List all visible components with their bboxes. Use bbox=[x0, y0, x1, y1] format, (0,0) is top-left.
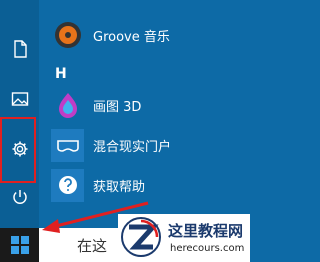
app-mixed-reality-portal[interactable]: 混合现实门户 bbox=[51, 126, 250, 164]
document-icon bbox=[13, 40, 27, 58]
watermark-title: 这里教程网 bbox=[168, 222, 244, 240]
groove-music-icon bbox=[51, 19, 84, 52]
paint-3d-icon bbox=[51, 89, 84, 122]
watermark-url: herecours.com bbox=[170, 243, 245, 254]
pictures-icon bbox=[11, 92, 28, 106]
mixed-reality-portal-icon bbox=[51, 128, 84, 162]
pictures-button[interactable] bbox=[0, 80, 39, 118]
app-label: 混合现实门户 bbox=[93, 139, 172, 155]
app-label: 获取帮助 bbox=[93, 179, 146, 195]
app-paint-3d[interactable]: 画图 3D bbox=[51, 86, 250, 124]
windows-logo-icon bbox=[10, 236, 29, 254]
app-label: 画图 3D bbox=[93, 99, 142, 115]
app-label: Groove 音乐 bbox=[93, 29, 170, 45]
app-groove-music[interactable]: Groove 音乐 bbox=[51, 16, 250, 54]
documents-button[interactable] bbox=[0, 30, 39, 68]
start-button[interactable] bbox=[0, 228, 39, 262]
section-letter[interactable]: H bbox=[55, 66, 67, 82]
watermark-logo-icon bbox=[121, 217, 161, 257]
power-button[interactable] bbox=[0, 178, 39, 216]
watermark: 这里教程网 herecours.com bbox=[118, 214, 250, 262]
settings-highlight bbox=[0, 117, 36, 183]
power-icon bbox=[12, 190, 27, 204]
